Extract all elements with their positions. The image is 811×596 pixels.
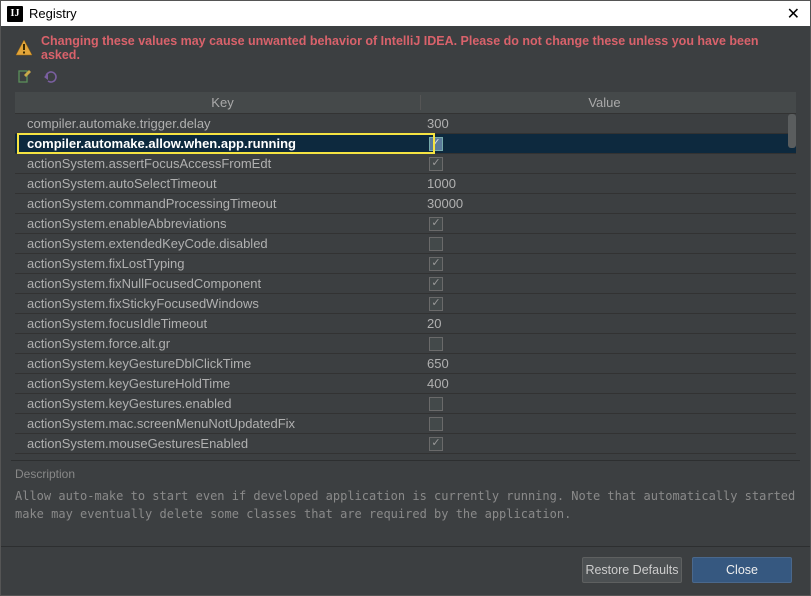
app-icon: IJ: [7, 6, 23, 22]
cell-key: actionSystem.commandProcessingTimeout: [25, 196, 421, 211]
checkbox[interactable]: [429, 397, 443, 411]
cell-value[interactable]: 300: [421, 116, 796, 131]
description-panel: Description Allow auto-make to start eve…: [11, 460, 800, 546]
checkbox[interactable]: [429, 417, 443, 431]
cell-value[interactable]: 30000: [421, 196, 796, 211]
registry-table: Key Value compiler.automake.trigger.dela…: [15, 92, 796, 454]
warning-banner: Changing these values may cause unwanted…: [1, 26, 810, 66]
cell-key: actionSystem.assertFocusAccessFromEdt: [25, 156, 421, 171]
table-header: Key Value: [15, 92, 796, 114]
checkbox[interactable]: [429, 437, 443, 451]
toolbar: [1, 66, 810, 92]
description-body: Allow auto-make to start even if develop…: [15, 487, 796, 523]
cell-value[interactable]: [421, 237, 796, 251]
table-row[interactable]: actionSystem.assertFocusAccessFromEdt: [15, 154, 796, 174]
cell-value[interactable]: 20: [421, 316, 796, 331]
table-row[interactable]: actionSystem.mouseGesturesEnabled: [15, 434, 796, 454]
close-icon[interactable]: ✕: [783, 4, 804, 24]
undo-icon[interactable]: [41, 68, 59, 86]
table-row[interactable]: actionSystem.mac.screenMenuNotUpdatedFix: [15, 414, 796, 434]
warning-icon: [15, 39, 33, 57]
table-row[interactable]: actionSystem.keyGestureHoldTime400: [15, 374, 796, 394]
table-row[interactable]: actionSystem.fixLostTyping: [15, 254, 796, 274]
cell-key: compiler.automake.trigger.delay: [25, 116, 421, 131]
table-row[interactable]: compiler.automake.allow.when.app.running: [15, 134, 796, 154]
table-row[interactable]: actionSystem.autoSelectTimeout1000: [15, 174, 796, 194]
table-row[interactable]: actionSystem.extendedKeyCode.disabled: [15, 234, 796, 254]
dialog-footer: Restore Defaults Close: [1, 546, 810, 595]
cell-key: actionSystem.keyGestures.enabled: [25, 396, 421, 411]
titlebar: IJ Registry ✕: [1, 1, 810, 26]
restore-defaults-button[interactable]: Restore Defaults: [582, 557, 682, 583]
cell-value[interactable]: [421, 337, 796, 351]
checkbox[interactable]: [429, 237, 443, 251]
cell-key: actionSystem.fixStickyFocusedWindows: [25, 296, 421, 311]
checkbox[interactable]: [429, 157, 443, 171]
window-title: Registry: [29, 6, 77, 21]
checkbox[interactable]: [429, 277, 443, 291]
cell-key: actionSystem.fixNullFocusedComponent: [25, 276, 421, 291]
cell-key: actionSystem.keyGestureDblClickTime: [25, 356, 421, 371]
table-body: compiler.automake.trigger.delay300compil…: [15, 114, 796, 454]
cell-key: actionSystem.enableAbbreviations: [25, 216, 421, 231]
table-row[interactable]: actionSystem.commandProcessingTimeout300…: [15, 194, 796, 214]
content-area: Changing these values may cause unwanted…: [1, 26, 810, 595]
table-row[interactable]: actionSystem.enableAbbreviations: [15, 214, 796, 234]
col-header-key[interactable]: Key: [25, 95, 421, 110]
cell-value[interactable]: [421, 437, 796, 451]
cell-value[interactable]: [421, 277, 796, 291]
registry-dialog: IJ Registry ✕ Changing these values may …: [0, 0, 811, 596]
scrollbar-thumb[interactable]: [788, 114, 796, 148]
checkbox[interactable]: [429, 137, 443, 151]
cell-value[interactable]: [421, 217, 796, 231]
table-row[interactable]: actionSystem.force.alt.gr: [15, 334, 796, 354]
checkbox[interactable]: [429, 337, 443, 351]
cell-value[interactable]: [421, 137, 796, 151]
cell-key: actionSystem.mouseGesturesEnabled: [25, 436, 421, 451]
cell-value[interactable]: 1000: [421, 176, 796, 191]
table-row[interactable]: actionSystem.fixNullFocusedComponent: [15, 274, 796, 294]
table-row[interactable]: actionSystem.keyGestureDblClickTime650: [15, 354, 796, 374]
cell-value[interactable]: [421, 157, 796, 171]
cell-value[interactable]: [421, 297, 796, 311]
table-row[interactable]: actionSystem.fixStickyFocusedWindows: [15, 294, 796, 314]
cell-key: compiler.automake.allow.when.app.running: [25, 136, 421, 151]
cell-value[interactable]: [421, 417, 796, 431]
cell-key: actionSystem.focusIdleTimeout: [25, 316, 421, 331]
description-title: Description: [15, 467, 796, 481]
table-row[interactable]: actionSystem.keyGestures.enabled: [15, 394, 796, 414]
cell-key: actionSystem.force.alt.gr: [25, 336, 421, 351]
cell-value[interactable]: 400: [421, 376, 796, 391]
cell-value[interactable]: [421, 397, 796, 411]
table-row[interactable]: compiler.automake.trigger.delay300: [15, 114, 796, 134]
cell-key: actionSystem.autoSelectTimeout: [25, 176, 421, 191]
checkbox[interactable]: [429, 217, 443, 231]
cell-key: actionSystem.keyGestureHoldTime: [25, 376, 421, 391]
checkbox[interactable]: [429, 257, 443, 271]
checkbox[interactable]: [429, 297, 443, 311]
close-button[interactable]: Close: [692, 557, 792, 583]
edit-icon[interactable]: [15, 68, 33, 86]
warning-text: Changing these values may cause unwanted…: [41, 34, 796, 62]
cell-value[interactable]: 650: [421, 356, 796, 371]
cell-key: actionSystem.extendedKeyCode.disabled: [25, 236, 421, 251]
col-header-value[interactable]: Value: [421, 95, 788, 110]
table-row[interactable]: actionSystem.focusIdleTimeout20: [15, 314, 796, 334]
cell-key: actionSystem.fixLostTyping: [25, 256, 421, 271]
cell-key: actionSystem.mac.screenMenuNotUpdatedFix: [25, 416, 421, 431]
cell-value[interactable]: [421, 257, 796, 271]
